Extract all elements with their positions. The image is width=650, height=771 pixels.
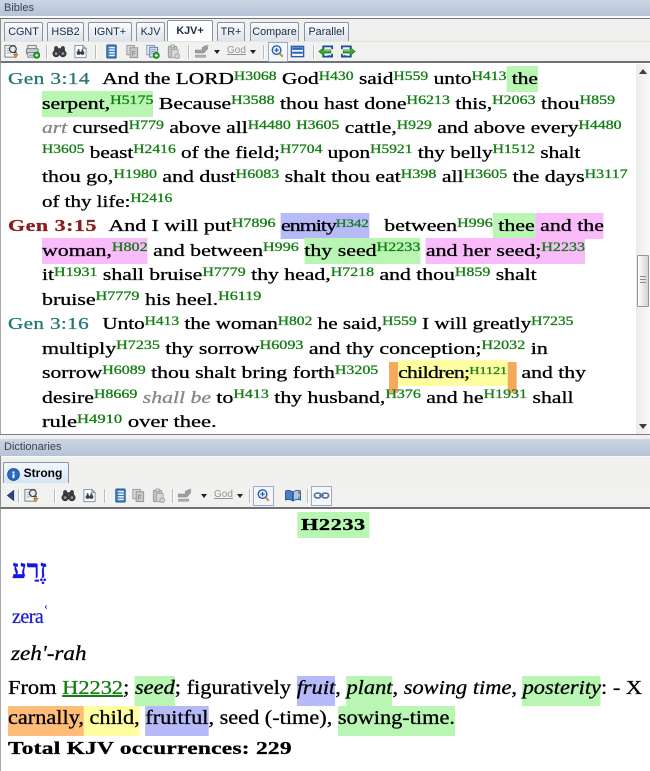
svg-text:F: F	[138, 494, 142, 501]
svg-text:F: F	[131, 50, 135, 57]
